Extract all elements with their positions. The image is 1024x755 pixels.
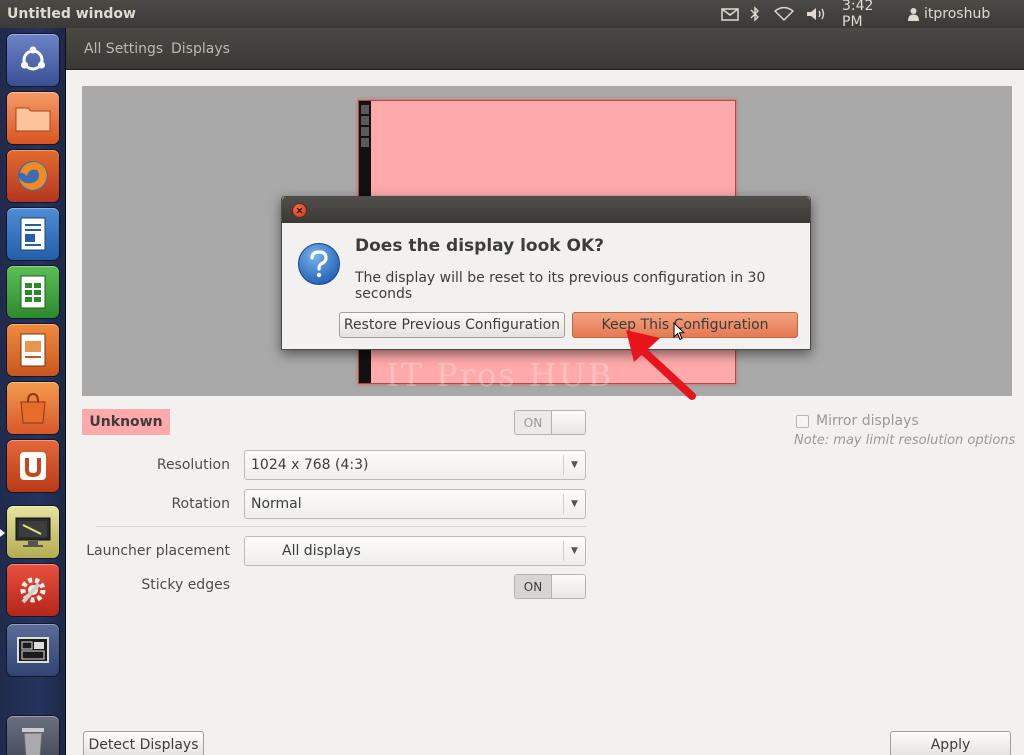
dash-home-button[interactable] [7, 34, 59, 86]
watermark: IT Pros HUB [386, 356, 614, 394]
resolution-label: Resolution [156, 457, 230, 473]
ubuntu-logo-icon [21, 46, 45, 71]
resolution-combo[interactable]: 1024 x 768 (4:3) ▼ [244, 450, 586, 480]
sticky-edges-switch-label: ON [515, 575, 551, 598]
mail-icon[interactable] [720, 5, 740, 23]
switch-thumb [551, 575, 585, 598]
mouse-cursor-icon [673, 321, 686, 345]
wifi-icon[interactable] [772, 5, 796, 23]
dialog-titlebar [282, 197, 810, 223]
spreadsheet-icon [20, 275, 46, 309]
monitor-switch-label: ON [515, 411, 551, 434]
presentation-icon [20, 333, 46, 367]
settings-header: All Settings Displays [66, 28, 1024, 70]
mirror-checkbox-box[interactable] [796, 414, 809, 428]
volume-icon[interactable] [804, 5, 828, 23]
ubuntu-one-icon [20, 452, 46, 480]
calc-launcher-button[interactable] [7, 266, 59, 318]
rotation-label: Rotation [171, 496, 230, 512]
trash-launcher-button[interactable] [7, 716, 59, 755]
restore-configuration-button[interactable]: Restore Previous Configuration [339, 312, 565, 338]
resolution-value: 1024 x 768 (4:3) [251, 457, 369, 473]
monitor-icon [15, 517, 51, 547]
window-title: Untitled window [7, 6, 136, 22]
displays-launcher-button[interactable] [7, 506, 59, 558]
mirror-displays-label: Mirror displays [816, 413, 919, 429]
folder-icon [15, 107, 51, 132]
document-icon [20, 217, 46, 251]
detect-displays-button[interactable]: Detect Displays [83, 731, 204, 755]
user-name[interactable]: itproshub [924, 5, 994, 23]
mirror-note: Note: may limit resolution options [794, 433, 1016, 448]
divider [96, 526, 586, 527]
question-icon [298, 243, 340, 285]
apply-button[interactable]: Apply [890, 731, 1011, 755]
files-launcher-button[interactable] [7, 92, 59, 144]
top-panel: Untitled window 3:42 PM itproshub [0, 0, 1024, 30]
monitor-name-label: Unknown [82, 409, 170, 435]
user-icon[interactable] [906, 5, 920, 23]
impress-launcher-button[interactable] [7, 324, 59, 376]
launcher [0, 28, 66, 755]
writer-launcher-button[interactable] [7, 208, 59, 260]
rotation-value: Normal [251, 496, 302, 512]
dialog-message: The display will be reset to its previou… [355, 270, 766, 302]
shopping-bag-icon [20, 392, 46, 424]
firefox-launcher-button[interactable] [7, 150, 59, 202]
ubuntu-one-launcher-button[interactable] [7, 440, 59, 492]
displays-breadcrumb[interactable]: Displays [171, 41, 230, 57]
chevron-down-icon: ▼ [563, 494, 585, 514]
firefox-icon [18, 161, 48, 191]
mirror-displays-checkbox[interactable]: Mirror displays [796, 413, 919, 429]
running-indicator [0, 529, 5, 537]
software-center-launcher-button[interactable] [7, 382, 59, 434]
monitor-power-switch[interactable]: ON [514, 410, 586, 435]
workspace-switcher-button[interactable] [7, 624, 59, 676]
chevron-down-icon: ▼ [563, 455, 585, 475]
chevron-down-icon: ▼ [563, 541, 585, 561]
all-settings-button[interactable]: All Settings [84, 41, 163, 57]
close-icon[interactable] [292, 203, 307, 218]
bluetooth-icon[interactable] [748, 5, 762, 23]
dialog-heading: Does the display look OK? [355, 236, 604, 256]
settings-wrench-icon [20, 577, 46, 604]
workspace-icon [17, 637, 49, 663]
switch-thumb [551, 411, 585, 434]
trash-icon [22, 728, 44, 755]
sticky-edges-switch[interactable]: ON [514, 574, 586, 599]
sticky-edges-label: Sticky edges [141, 577, 230, 593]
annotation-arrow [616, 320, 706, 406]
confirm-display-dialog: Does the display look OK? The display wi… [281, 196, 811, 350]
launcher-placement-combo[interactable]: All displays ▼ [244, 536, 586, 566]
system-settings-launcher-button[interactable] [7, 564, 59, 616]
launcher-placement-label: Launcher placement [86, 543, 230, 559]
clock[interactable]: 3:42 PM [842, 0, 898, 30]
rotation-combo[interactable]: Normal ▼ [244, 489, 586, 519]
launcher-placement-value: All displays [282, 543, 361, 559]
